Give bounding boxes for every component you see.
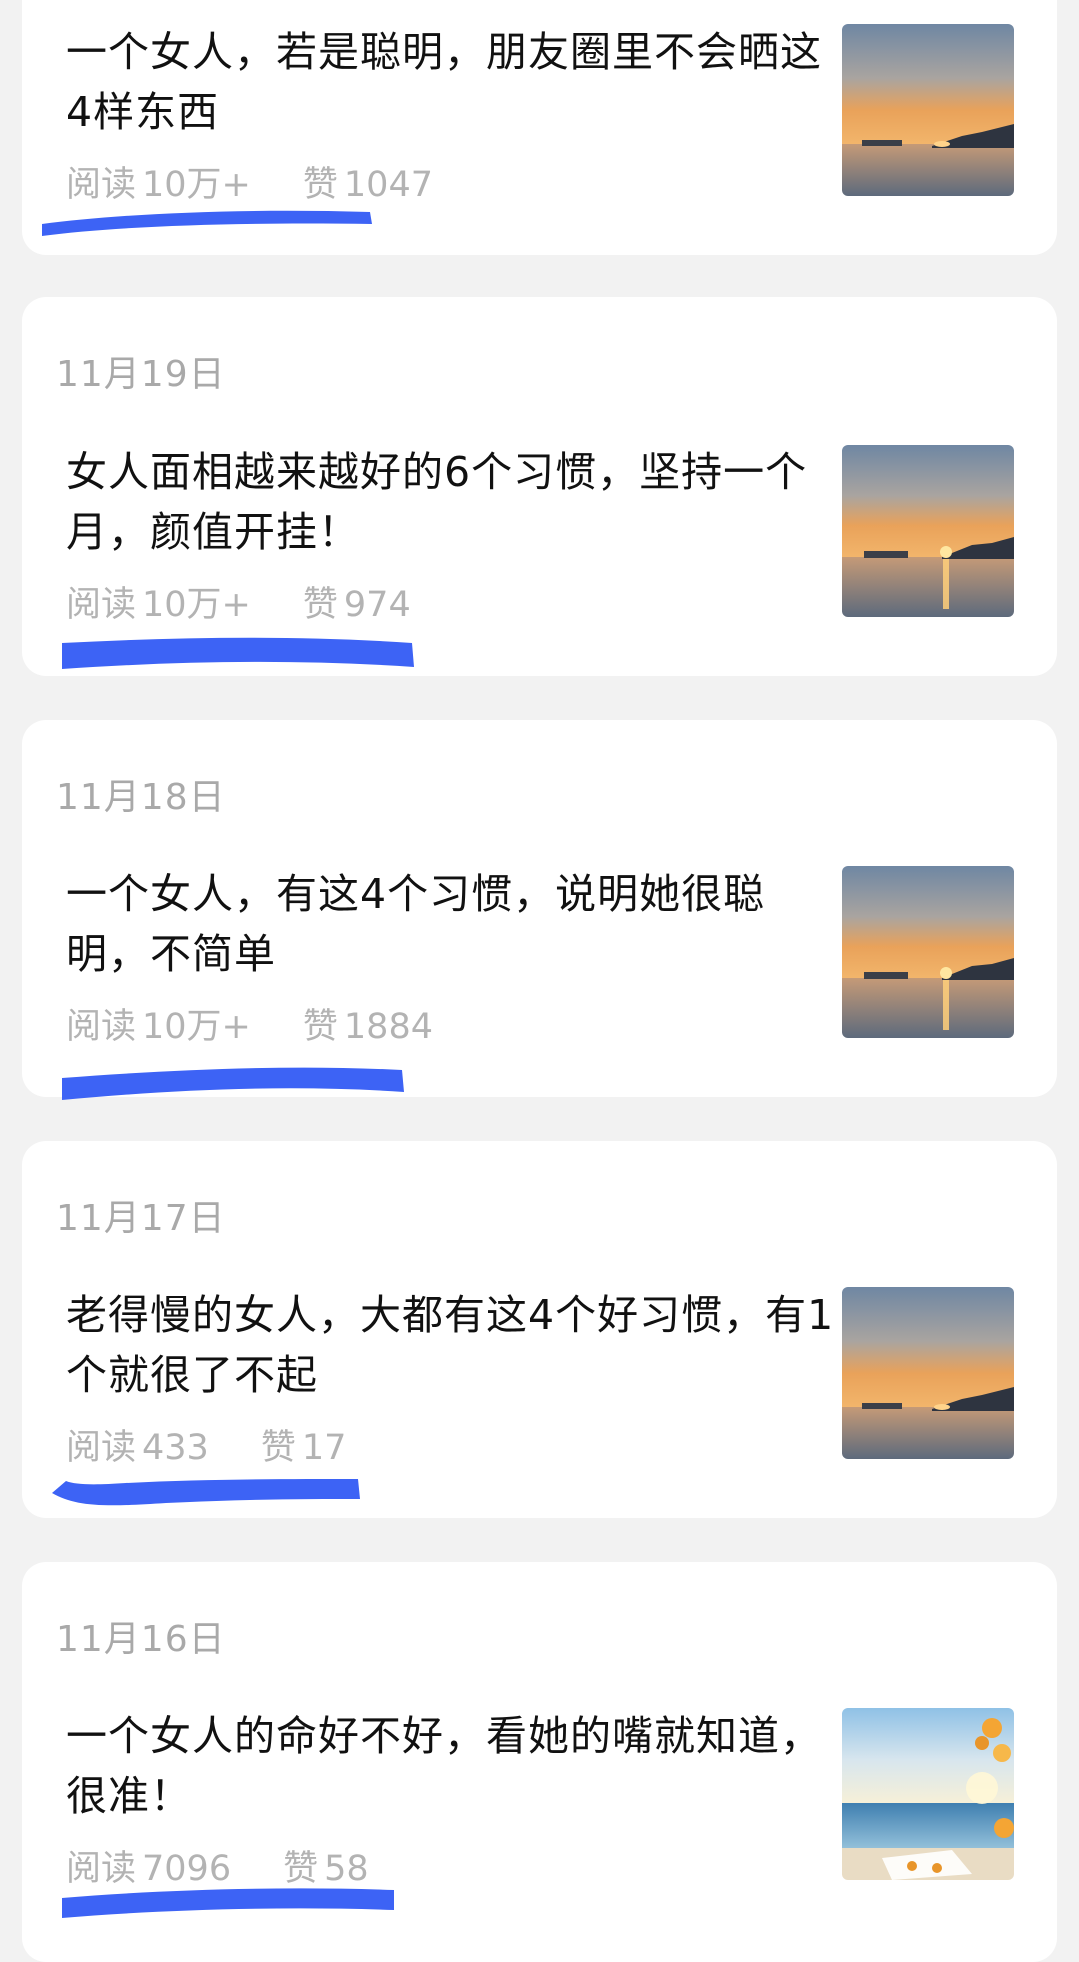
read-count: 阅读 10万+	[66, 165, 251, 205]
article-card[interactable]: 11月19日 女人面相越来越好的6个习惯，坚持一个月，颜值开挂！ 阅读 10万+ 赞…	[22, 297, 1057, 676]
highlight-underline	[62, 1067, 404, 1100]
beach-flowers-image	[842, 1708, 1014, 1880]
article-thumbnail	[842, 24, 1014, 196]
highlight-underline	[62, 1888, 394, 1918]
highlight-underline	[42, 210, 372, 236]
highlight-underline	[62, 637, 414, 669]
like-count: 赞 58	[283, 1849, 369, 1889]
article-date: 11月18日	[56, 777, 226, 818]
like-count: 赞 1047	[302, 165, 433, 205]
like-count: 赞 1884	[302, 1007, 433, 1047]
article-stats: 阅读 10万+ 赞 1047	[66, 156, 485, 207]
read-count: 阅读 10万+	[66, 1007, 251, 1047]
sunset-lake-image	[842, 445, 1014, 617]
read-count: 阅读 433	[66, 1428, 209, 1468]
article-title: 一个女人，有这4个习惯，说明她很聪明，不简单	[66, 870, 766, 978]
article-title: 老得慢的女人，大都有这4个好习惯，有1个就很了不起	[66, 1291, 835, 1399]
article-date: 11月16日	[56, 1619, 226, 1660]
article-title: 女人面相越来越好的6个习惯，坚持一个月，颜值开挂！	[66, 448, 808, 556]
article-date: 11月17日	[56, 1198, 226, 1239]
sunset-lake-image	[842, 866, 1014, 1038]
highlight-underline	[52, 1479, 360, 1506]
article-stats: 阅读 10万+ 赞 974	[66, 576, 463, 627]
article-thumbnail	[842, 1287, 1014, 1459]
article-card[interactable]: 11月17日 老得慢的女人，大都有这4个好习惯，有1个就很了不起 阅读 433 赞 1…	[22, 1141, 1057, 1518]
sunset-lake-image	[842, 1287, 1014, 1459]
article-card[interactable]: 11月16日 一个女人的命好不好，看她的嘴就知道，很准！ 阅读 7096 赞 58	[22, 1562, 1057, 1962]
article-card[interactable]: 11月18日 一个女人，有这4个习惯，说明她很聪明，不简单 阅读 10万+ 赞 188…	[22, 720, 1057, 1100]
article-thumbnail	[842, 445, 1014, 617]
article-thumbnail	[842, 1708, 1014, 1880]
article-title: 一个女人，若是聪明，朋友圈里不会晒这4样东西	[66, 28, 822, 136]
read-count: 阅读 7096	[66, 1849, 232, 1889]
article-stats: 阅读 10万+ 赞 1884	[66, 998, 485, 1049]
article-thumbnail	[842, 866, 1014, 1038]
like-count: 赞 974	[302, 585, 411, 625]
article-date: 11月19日	[56, 354, 226, 395]
like-count: 赞 17	[260, 1428, 347, 1468]
article-title: 一个女人的命好不好，看她的嘴就知道，很准！	[66, 1712, 822, 1820]
article-stats: 阅读 433 赞 17	[66, 1419, 398, 1470]
article-card[interactable]: 一个女人，若是聪明，朋友圈里不会晒这4样东西 阅读 10万+ 赞 1047	[22, 0, 1057, 255]
sunset-lake-image	[842, 24, 1014, 196]
read-count: 阅读 10万+	[66, 585, 251, 625]
